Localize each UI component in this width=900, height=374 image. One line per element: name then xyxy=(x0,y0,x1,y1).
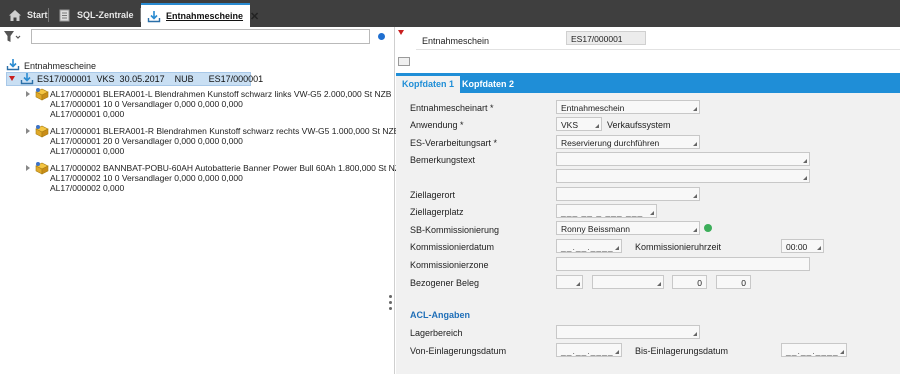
kommissionierdatum-label: Kommissionierdatum xyxy=(410,242,495,252)
splitter-handle[interactable] xyxy=(389,295,392,313)
divider xyxy=(416,49,900,50)
tab-label: Start xyxy=(27,10,48,20)
tree-item-line: AL17/000001 BLERA001-R Blendrahmen Kunst… xyxy=(50,126,400,136)
tree-item-line: AL17/000001 BLERA001-L Blendrahmen Kunst… xyxy=(50,89,392,99)
verarbeitungsart-select[interactable]: Reservierung durchführen xyxy=(556,135,700,149)
tree-root[interactable]: Entnahmescheine xyxy=(6,58,96,73)
tree-node-label: ES17/000001 VKS 30.05.2017 NUB ES17/0000… xyxy=(37,74,264,84)
tree-node-selected[interactable]: ES17/000001 VKS 30.05.2017 NUB ES17/0000… xyxy=(6,72,263,87)
ziellagerort-label: Ziellagerort xyxy=(410,190,456,200)
ziellagerplatz-input[interactable]: ___ __ _ ___ ___ xyxy=(556,204,657,218)
anwendung-text: Verkaufssystem xyxy=(607,120,671,130)
status-dot-icon xyxy=(378,33,385,40)
kommissionierdatum-input[interactable]: __.__.____ xyxy=(556,239,622,253)
lagerbereich-label: Lagerbereich xyxy=(410,328,463,338)
bezogener-beleg-num-2[interactable]: 0 xyxy=(716,275,751,289)
sb-kommissionierung-label: SB-Kommissionierung xyxy=(410,225,500,235)
tree-item-line: AL17/000002 0,000 xyxy=(50,183,125,193)
anwendung-label: Anwendung * xyxy=(410,120,464,130)
bezogener-beleg-type-select[interactable] xyxy=(556,275,583,289)
bemerkungstext-input-2[interactable] xyxy=(556,169,810,183)
expand-arrow-icon[interactable] xyxy=(9,76,15,81)
tree-item-line: AL17/000002 10 0 Versandlager 0,000 0,00… xyxy=(50,173,243,183)
app-tab-bar: Start SQL-Zentrale ✕ Entnahmescheine ✕ xyxy=(0,0,900,27)
home-icon xyxy=(8,8,22,22)
expand-arrow-icon[interactable] xyxy=(398,30,404,35)
tree-item-line: AL17/000001 10 0 Versandlager 0,000 0,00… xyxy=(50,99,243,109)
tree-item-line: AL17/000001 0,000 xyxy=(50,109,125,119)
close-icon[interactable]: ✕ xyxy=(250,10,259,23)
collapse-caret-icon[interactable] xyxy=(26,165,30,171)
entnahmescheinart-select[interactable]: Entnahmeschein xyxy=(556,100,700,114)
verarbeitungsart-label: ES-Verarbeitungsart * xyxy=(410,138,498,148)
bezogener-beleg-label: Bezogener Beleg xyxy=(410,278,480,288)
detail-form: Entnahmescheinart * Entnahmeschein Anwen… xyxy=(396,93,900,374)
download-tray-icon xyxy=(20,72,34,87)
tab-start[interactable]: Start xyxy=(2,3,54,27)
download-tray-icon xyxy=(147,9,161,23)
package-icon xyxy=(34,124,50,140)
ziellagerplatz-label: Ziellagerplatz xyxy=(410,207,464,217)
panel-icon[interactable] xyxy=(398,57,410,66)
bezogener-beleg-num-1[interactable]: 0 xyxy=(672,275,707,289)
tree-toolbar xyxy=(0,27,395,47)
tab-label: Entnahmescheine xyxy=(166,11,244,21)
tree-root-label: Entnahmescheine xyxy=(24,60,97,71)
download-tray-icon xyxy=(6,58,20,73)
tree-pane: Entnahmescheine ES17/000001 VKS 30.05.20… xyxy=(0,27,406,374)
von-einlagerungsdatum-input[interactable]: __.__.____ xyxy=(556,343,622,357)
bis-einlagerungsdatum-label: Bis-Einlagerungsdatum xyxy=(635,346,729,356)
collapse-caret-icon[interactable] xyxy=(26,91,30,97)
package-icon xyxy=(34,161,50,177)
tree-item-line: AL17/000001 0,000 xyxy=(50,146,125,156)
acl-section-title: ACL-Angaben xyxy=(410,310,470,320)
collapse-caret-icon[interactable] xyxy=(26,128,30,134)
package-icon xyxy=(34,87,50,103)
bezogener-beleg-number-select[interactable] xyxy=(592,275,664,289)
status-ok-icon xyxy=(704,224,712,232)
kommissionierzone-input[interactable] xyxy=(556,257,810,271)
tab-entnahmescheine[interactable]: Entnahmescheine ✕ xyxy=(141,3,259,27)
kommissionieruhrzeit-input[interactable]: 00:00 xyxy=(781,239,824,253)
filter-icon[interactable] xyxy=(3,30,21,44)
kommissionieruhrzeit-label: Kommissionieruhrzeit xyxy=(635,242,722,252)
tree-item-line: AL17/000002 BANNBAT-POBU-60AH Autobatter… xyxy=(50,163,406,173)
entnahmescheinart-label: Entnahmescheinart * xyxy=(410,103,494,113)
lagerbereich-select[interactable] xyxy=(556,325,700,339)
ziellagerort-select[interactable] xyxy=(556,187,700,201)
von-einlagerungsdatum-label: Von-Einlagerungsdatum xyxy=(410,346,507,356)
detail-pane: Entnahmeschein ES17/000001 Kopfdaten 1 K… xyxy=(396,27,900,374)
bemerkungstext-input-1[interactable] xyxy=(556,152,810,166)
tab-kopfdaten-2[interactable]: Kopfdaten 2 xyxy=(456,76,520,93)
header-value-field: ES17/000001 xyxy=(566,31,646,45)
detail-tab-bar: Kopfdaten 1 Kopfdaten 2 xyxy=(396,73,900,93)
tree-item-line: AL17/000001 20 0 Versandlager 0,000 0,00… xyxy=(50,136,243,146)
bemerkungstext-label: Bemerkungstext xyxy=(410,155,476,165)
sb-kommissionierung-select[interactable]: Ronny Beissmann xyxy=(556,221,700,235)
tab-kopfdaten-1[interactable]: Kopfdaten 1 xyxy=(396,76,461,93)
tab-divider xyxy=(48,8,49,22)
header-label: Entnahmeschein xyxy=(422,36,490,46)
anwendung-select[interactable]: VKS xyxy=(556,117,602,131)
tree-filter-input[interactable] xyxy=(31,29,370,44)
tab-label: SQL-Zentrale xyxy=(77,10,134,20)
kommissionierzone-label: Kommissionierzone xyxy=(410,260,489,270)
bis-einlagerungsdatum-input[interactable]: __.__.____ xyxy=(781,343,847,357)
document-icon xyxy=(58,8,72,22)
